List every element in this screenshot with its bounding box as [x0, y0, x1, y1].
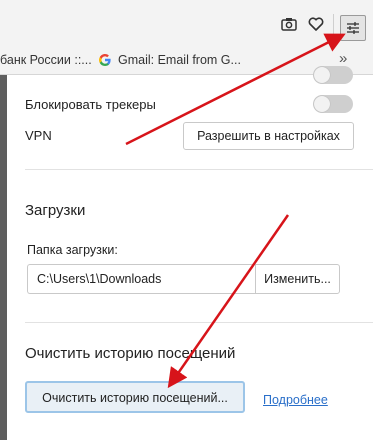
annotation-arrow-to-clear-history — [167, 214, 290, 389]
annotation-arrows — [125, 33, 346, 389]
annotation-arrow-to-menu — [125, 33, 346, 146]
browser-window: банк России ::... Gmail: Email from G...… — [0, 0, 373, 440]
